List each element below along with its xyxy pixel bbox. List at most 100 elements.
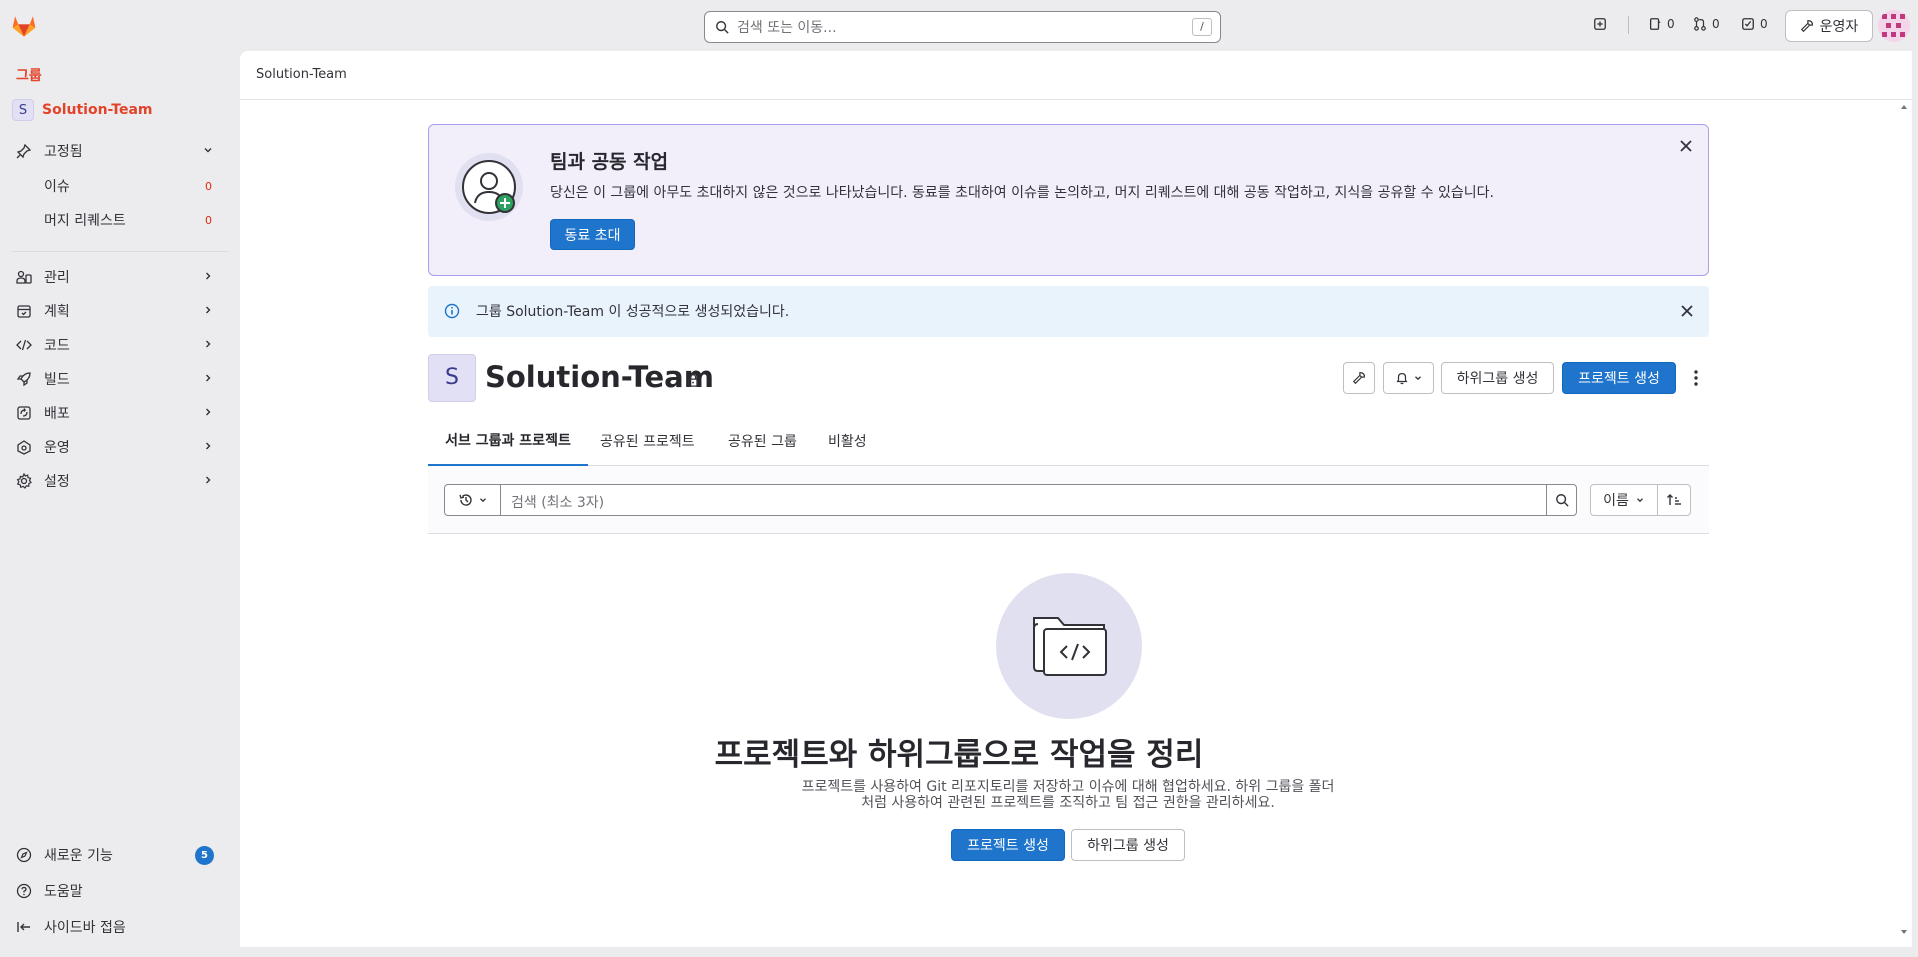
sidebar-item-merge-requests[interactable]: 머지 리퀘스트 0 [0,204,232,236]
sidebar-item-label: 계획 [44,304,70,320]
sidebar-item-plan[interactable]: 계획 [0,295,232,327]
issues-count: 0 [1667,17,1675,31]
global-search-input[interactable]: 검색 또는 이동... / [704,11,1221,43]
sidebar-item-code[interactable]: 코드 [0,329,232,361]
breadcrumb-current[interactable]: Solution-Team [256,67,347,82]
sort-direction-button[interactable] [1657,484,1691,516]
chevron-down-icon [478,495,488,505]
pinned-label: 고정됨 [44,144,83,160]
compass-icon [16,847,32,863]
sidebar-help[interactable]: 도움말 [0,875,232,907]
breadcrumb: Solution-Team [256,67,347,82]
search-icon [715,20,729,34]
sidebar-whats-new[interactable]: 새로운 기능 5 [0,839,232,871]
group-created-alert: 그룹 Solution-Team 이 성공적으로 생성되었습니다. [428,286,1709,337]
sidebar-item-operate[interactable]: 운영 [0,431,232,463]
sidebar-collapse-button[interactable]: 사이드바 접음 [0,911,232,943]
group-settings-button[interactable] [1343,362,1375,394]
filter-bar: 검색 (최소 3자) 이름 [428,466,1709,534]
group-avatar: S [12,99,34,121]
whats-new-label: 새로운 기능 [44,848,113,864]
sidebar-item-label: 빌드 [44,372,70,388]
sidebar-divider [12,251,228,252]
empty-state-title: 프로젝트와 하위그룹으로 작업을 정리 [714,737,1204,773]
recent-searches-dropdown[interactable] [445,485,501,515]
user-avatar[interactable] [1878,10,1910,42]
filter-search-button[interactable] [1546,485,1576,515]
admin-label: 운영자 [1819,19,1859,35]
empty-state-description: 프로젝트를 사용하여 Git 리포지토리를 저장하고 이슈에 대해 협업하세요.… [768,779,1368,811]
close-icon[interactable] [1678,138,1694,154]
users-icon [16,269,32,285]
chevron-right-icon [202,474,214,486]
mr-pinned-count: 0 [205,213,212,227]
scroll-up-arrow-icon[interactable] [1900,103,1908,111]
sidebar-item-settings[interactable]: 설정 [0,465,232,497]
empty-new-project-button[interactable]: 프로젝트 생성 [951,829,1065,861]
empty-state-line-1: 프로젝트를 사용하여 Git 리포지토리를 저장하고 이슈에 대해 협업하세요.… [801,779,1335,795]
monitor-icon [16,439,32,455]
close-icon[interactable] [1679,303,1695,319]
invite-banner-text: 당신은 이 그룹에 아무도 초대하지 않은 것으로 나타났습니다. 동료를 초대… [550,185,1495,201]
sidebar-item-manage[interactable]: 관리 [0,261,232,293]
tab-inactive[interactable]: 비활성 [828,416,867,466]
invite-banner-title: 팀과 공동 작업 [550,151,669,173]
new-project-button[interactable]: 프로젝트 생성 [1562,362,1676,394]
wrench-icon [1800,19,1814,33]
chevron-down-icon [202,144,214,156]
sidebar-item-label: 머지 리퀘스트 [44,213,126,229]
plus-square-icon [1593,17,1607,31]
breadcrumb-divider [240,99,1912,100]
alert-text: 그룹 Solution-Team 이 성공적으로 생성되었습니다. [476,304,790,320]
todo-count: 0 [1760,17,1768,31]
chevron-down-icon [1635,495,1645,505]
admin-area-button[interactable]: 운영자 [1785,10,1873,42]
tab-shared-projects[interactable]: 공유된 프로젝트 [600,416,695,466]
sidebar-group-link[interactable]: S Solution-Team [12,99,153,121]
invite-colleagues-button[interactable]: 동료 초대 [550,219,635,250]
empty-new-subgroup-button[interactable]: 하위그룹 생성 [1071,829,1185,861]
collapse-label: 사이드바 접음 [44,920,126,936]
chevron-right-icon [202,372,214,384]
invite-members-banner: 팀과 공동 작업 당신은 이 그룹에 아무도 초대하지 않은 것으로 나타났습니… [428,124,1709,276]
notification-settings-dropdown[interactable] [1383,362,1434,394]
todos-button[interactable]: 0 [1741,17,1768,31]
assigned-issues-button[interactable]: 0 [1648,17,1675,31]
sort-field-dropdown[interactable]: 이름 [1590,484,1658,516]
more-actions-kebab-icon[interactable] [1684,362,1708,394]
search-filter-group: 검색 (최소 3자) [444,484,1577,516]
issues-pinned-count: 0 [205,179,212,193]
mr-count: 0 [1712,17,1720,31]
search-shortcut-key: / [1192,18,1212,36]
scroll-down-arrow-icon[interactable] [1900,928,1908,936]
question-icon [16,883,32,899]
sidebar-item-label: 코드 [44,338,70,354]
search-placeholder: 검색 또는 이동... [737,20,837,36]
merge-request-icon [1693,17,1707,31]
new-subgroup-button[interactable]: 하위그룹 생성 [1441,362,1554,394]
sidebar-item-deploy[interactable]: 배포 [0,397,232,429]
tab-shared-groups[interactable]: 공유된 그룹 [728,416,797,466]
history-icon [458,492,474,508]
gitlab-logo-icon[interactable] [11,13,37,39]
sidebar-item-issues[interactable]: 이슈 0 [0,170,232,202]
sidebar-pinned-toggle[interactable]: 고정됨 [0,135,232,167]
sidebar-item-build[interactable]: 빌드 [0,363,232,395]
chevron-right-icon [202,338,214,350]
create-new-button[interactable] [1593,17,1607,31]
chevron-right-icon [202,304,214,316]
group-avatar: S [428,354,476,402]
empty-folder-illustration-icon [996,573,1142,719]
pin-icon [16,143,32,159]
deploy-icon [16,405,32,421]
whats-new-badge: 5 [195,846,214,865]
rocket-icon [16,371,32,387]
merge-requests-button[interactable]: 0 [1693,17,1720,31]
invite-user-illustration-icon [453,151,525,223]
filter-search-input[interactable]: 검색 (최소 3자) [511,492,604,512]
tab-subgroups-and-projects[interactable]: 서브 그룹과 프로젝트 [428,416,588,466]
chevron-right-icon [202,440,214,452]
sidebar-item-label: 운영 [44,440,70,456]
chevron-down-icon [1413,373,1423,383]
collapse-left-icon [16,919,32,935]
